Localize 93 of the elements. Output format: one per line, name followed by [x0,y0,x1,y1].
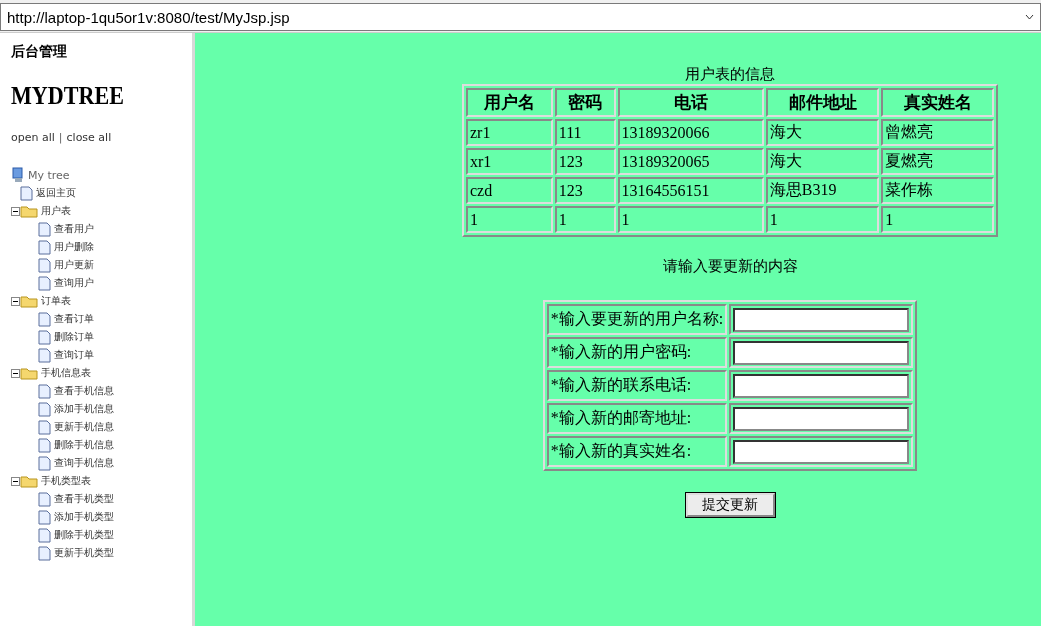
tree-item[interactable]: 订单表 [41,294,71,308]
minus-box-icon[interactable] [11,296,20,306]
tree-item[interactable]: 查看用户 [54,222,94,236]
document-icon [38,257,51,273]
table-cell: 1 [765,206,880,233]
input-field[interactable] [733,340,910,365]
input-field[interactable] [733,439,910,464]
tree-item[interactable]: 用户表 [41,204,71,218]
table-cell: 1 [881,206,994,233]
tree-item[interactable]: 查看手机信息 [54,384,114,398]
field-label: *输入新的邮寄地址: [546,403,728,434]
column-header: 真实姓名 [881,88,994,117]
tree-item[interactable]: 删除手机类型 [54,528,114,542]
document-icon [38,419,51,435]
tree-item[interactable]: 查询手机信息 [54,456,114,470]
document-icon [38,437,51,453]
input-field[interactable] [733,406,910,431]
tree-item[interactable]: 查看手机类型 [54,492,114,506]
separator: | [58,131,63,144]
table-cell: 1 [554,206,616,233]
document-icon [38,221,51,237]
address-field[interactable]: http://laptop-1qu5or1v:8080/test/MyJsp.jsp [0,3,1041,31]
document-icon [38,347,51,363]
table-cell: 13164556151 [617,177,764,204]
tree-item[interactable]: 更新手机类型 [54,546,114,560]
folder-icon [20,474,38,488]
tree-logo: MYDTREE [11,81,125,111]
tree-item[interactable]: 添加手机信息 [54,402,114,416]
table-cell: 曾燃亮 [881,119,994,146]
table-cell: 夏燃亮 [881,148,994,175]
table-caption: 用户表的信息 [685,65,775,84]
table-cell: 海思B319 [765,177,880,204]
column-header: 邮件地址 [765,88,880,117]
table-cell: 111 [554,119,616,146]
field-label: *输入新的真实姓名: [546,436,728,467]
tree-item[interactable]: 用户删除 [54,240,94,254]
form-title: 请输入要更新的内容 [662,257,798,276]
tree-item[interactable]: 返回主页 [36,186,76,200]
folder-icon [20,204,38,218]
table-cell: czd [466,177,553,204]
input-field[interactable] [733,307,910,332]
tree-item[interactable]: 手机类型表 [41,474,91,488]
document-icon [38,509,51,525]
table-cell: 海大 [765,148,880,175]
document-icon [38,455,51,471]
tree-root[interactable]: My tree [28,168,70,182]
column-header: 密码 [554,88,616,117]
document-icon [38,491,51,507]
submit-button[interactable]: 提交更新 [685,493,775,517]
close-all-link[interactable]: close all [66,131,112,144]
document-icon [38,383,51,399]
computer-icon [11,167,25,183]
table-cell: 菜作栋 [881,177,994,204]
document-icon [38,275,51,291]
tree-item[interactable]: 手机信息表 [41,366,91,380]
folder-icon [20,366,38,380]
folder-icon [20,294,38,308]
table-cell: xr1 [466,148,553,175]
document-icon [20,185,33,201]
tree-item[interactable]: 查询订单 [54,348,94,362]
dropdown-caret-icon[interactable] [1025,14,1034,20]
table-cell: 13189320065 [617,148,764,175]
document-icon [38,311,51,327]
document-icon [38,527,51,543]
table-cell: 1 [466,206,553,233]
table-cell: 123 [554,148,616,175]
document-icon [38,545,51,561]
sidebar-heading: 后台管理 [11,43,68,61]
tree-item[interactable]: 查询用户 [54,276,94,290]
minus-box-icon[interactable] [11,206,20,216]
tree-item[interactable]: 查看订单 [54,312,94,326]
tree-item[interactable]: 删除订单 [54,330,94,344]
field-label: *输入新的用户密码: [546,337,728,368]
field-label: *输入要更新的用户名称: [546,304,728,335]
tree-item[interactable]: 更新手机信息 [54,420,114,434]
document-icon [38,401,51,417]
table-cell: zr1 [466,119,553,146]
table-cell: 1 [617,206,764,233]
table-cell: 海大 [765,119,880,146]
field-label: *输入新的联系电话: [546,370,728,401]
column-header: 用户名 [466,88,553,117]
document-icon [38,239,51,255]
minus-box-icon[interactable] [11,368,20,378]
document-icon [38,329,51,345]
table-cell: 123 [554,177,616,204]
minus-box-icon[interactable] [11,476,20,486]
table-cell: 13189320066 [617,119,764,146]
tree-item[interactable]: 添加手机类型 [54,510,114,524]
open-all-link[interactable]: open all [11,131,55,144]
tree-item[interactable]: 删除手机信息 [54,438,114,452]
column-header: 电话 [617,88,764,117]
input-field[interactable] [733,373,910,398]
tree-item[interactable]: 用户更新 [54,258,94,272]
